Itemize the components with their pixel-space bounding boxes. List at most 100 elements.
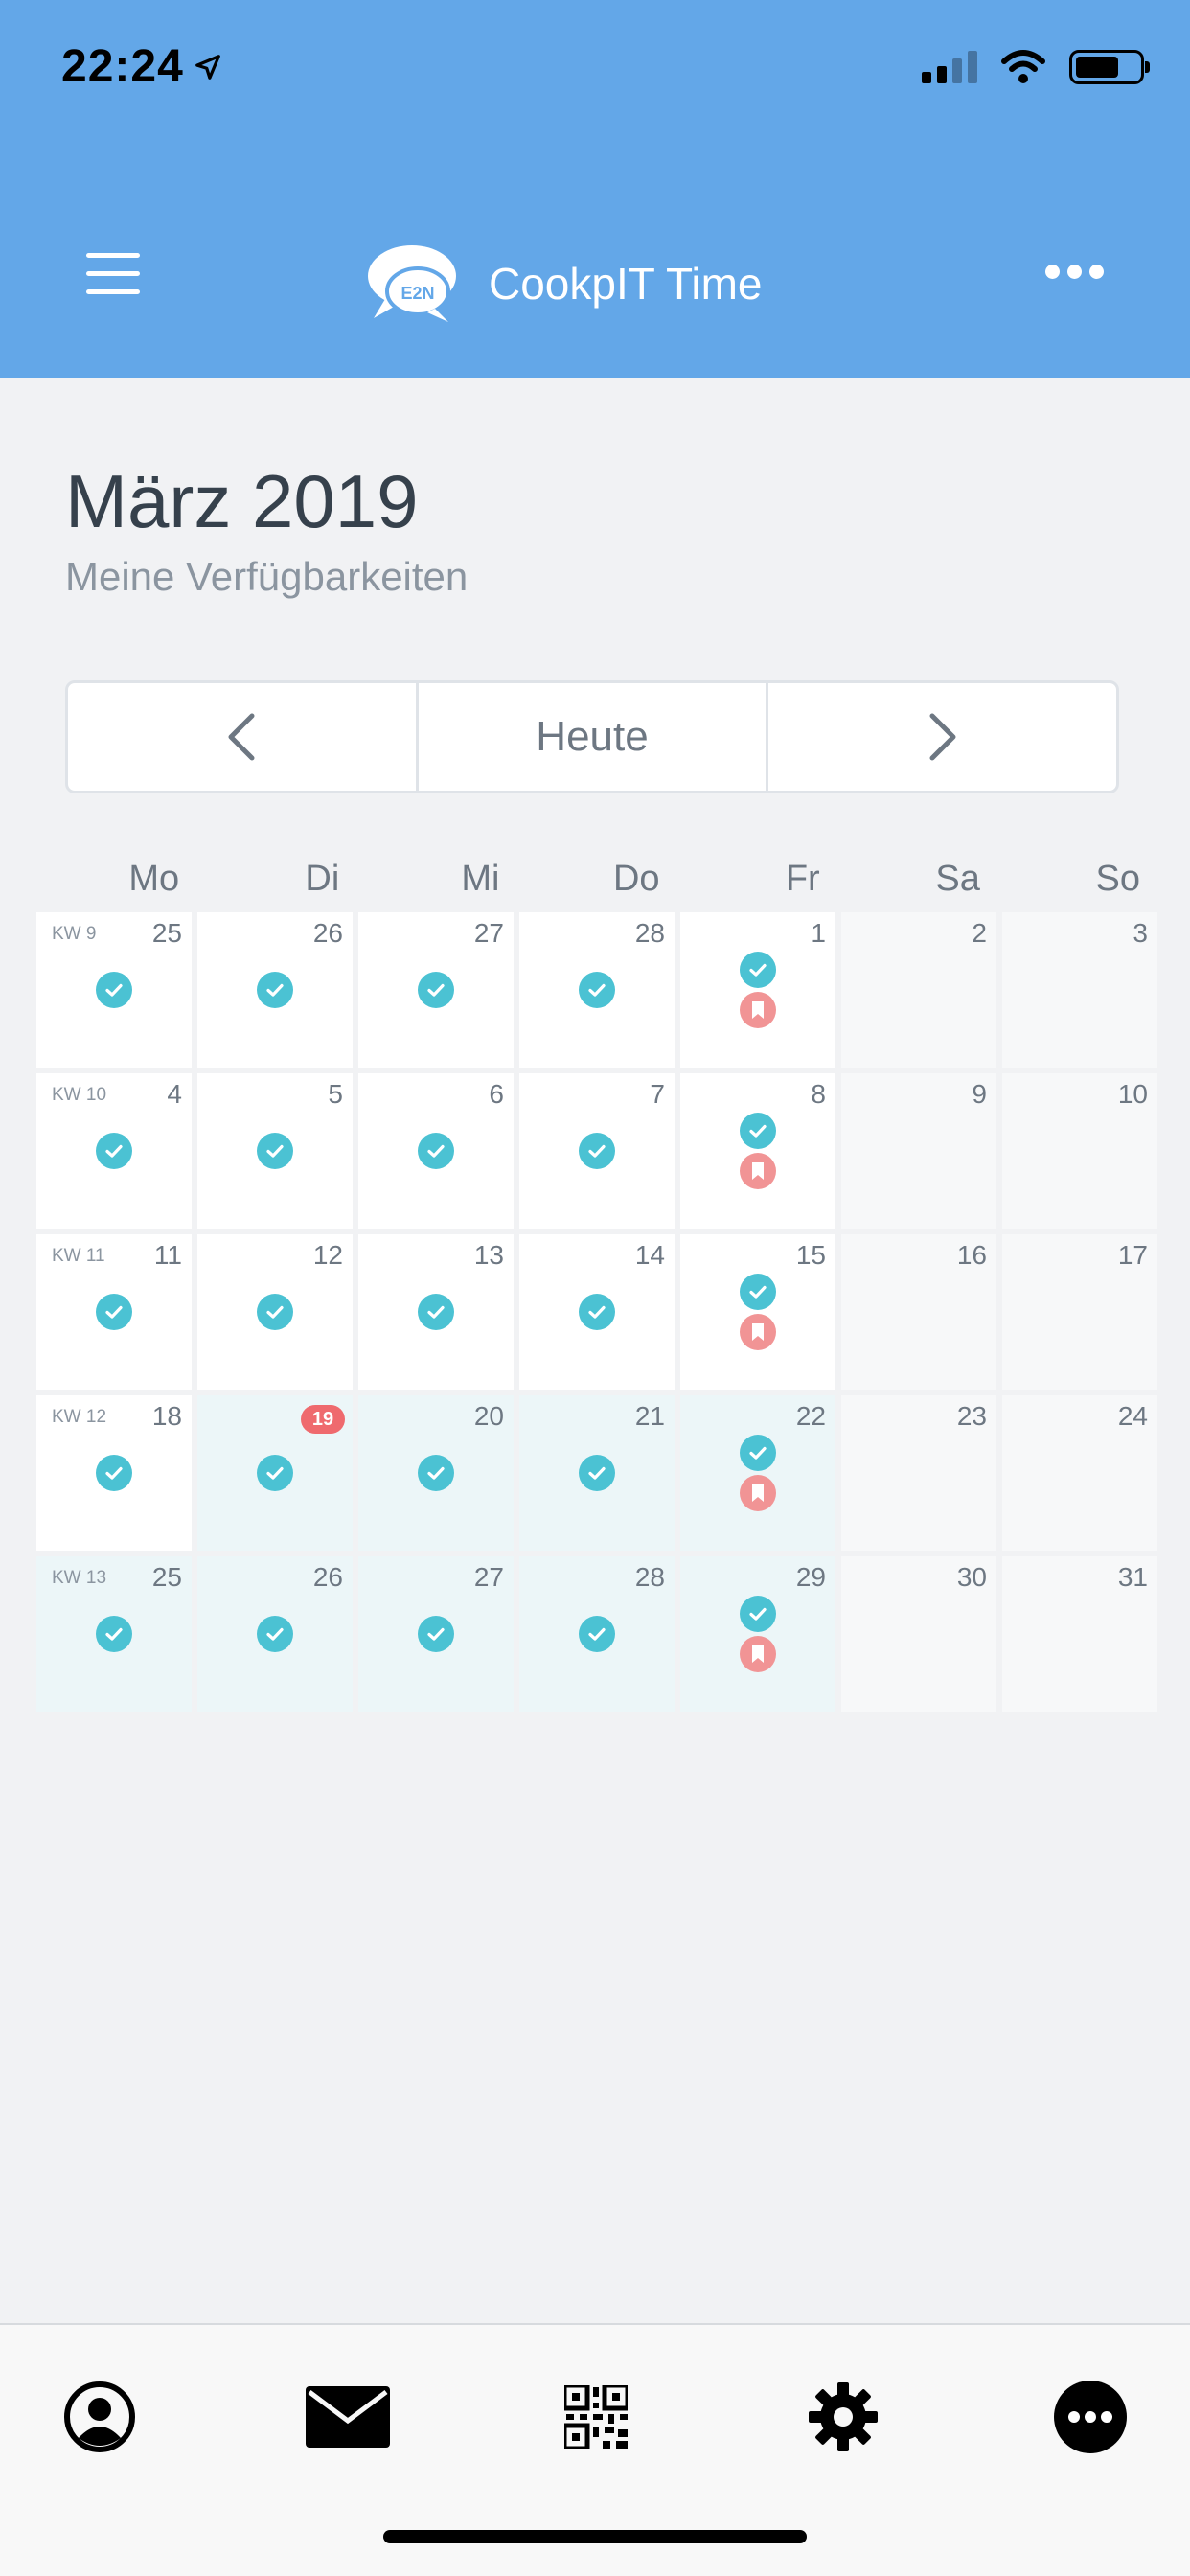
weekday-header: Mo Di Mi Do Fr Sa So (36, 859, 1157, 900)
home-indicator (383, 2530, 807, 2543)
calendar-day-cell[interactable]: 13 (358, 1234, 514, 1390)
calendar-day-cell[interactable]: 19 (197, 1395, 353, 1551)
e2n-logo-icon: E2N (368, 245, 456, 322)
available-check-icon (96, 1133, 132, 1169)
calendar-day-cell[interactable]: 28 (519, 1556, 675, 1712)
availability-markers (358, 1395, 514, 1551)
available-check-icon (740, 952, 776, 988)
more-icon (1054, 2380, 1127, 2453)
calendar-day-cell[interactable]: 31 (1002, 1556, 1157, 1712)
calendar-day-cell[interactable]: 27 (358, 1556, 514, 1712)
calendar-day-cell[interactable]: 15 (680, 1234, 835, 1390)
calendar-day-cell[interactable]: 2 (841, 912, 996, 1068)
availability-markers (519, 1073, 675, 1229)
available-check-icon (418, 1616, 454, 1652)
page-title: März 2019 (65, 459, 419, 543)
calendar-day-cell[interactable]: 29 (680, 1556, 835, 1712)
availability-markers (36, 1556, 192, 1712)
available-check-icon (418, 1455, 454, 1491)
available-check-icon (579, 972, 615, 1008)
availability-markers (680, 1395, 835, 1551)
availability-markers (36, 1073, 192, 1229)
available-check-icon (740, 1435, 776, 1471)
day-number: 2 (972, 918, 987, 948)
booked-bookmark-icon (740, 1475, 776, 1511)
qr-code-icon (564, 2385, 628, 2449)
page-subtitle: Meine Verfügbarkeiten (65, 554, 469, 599)
calendar-day-cell[interactable]: KW 13 25 (36, 1556, 192, 1712)
available-check-icon (257, 1133, 293, 1169)
calendar-day-cell[interactable]: KW 12 18 (36, 1395, 192, 1551)
calendar-day-cell[interactable]: KW 10 4 (36, 1073, 192, 1229)
weekday-label: Do (612, 859, 660, 899)
available-check-icon (257, 972, 293, 1008)
settings-tab[interactable] (805, 2379, 881, 2455)
messages-tab[interactable] (305, 2379, 391, 2455)
available-check-icon (579, 1616, 615, 1652)
calendar-day-cell[interactable]: 7 (519, 1073, 675, 1229)
calendar-day-cell[interactable]: 5 (197, 1073, 353, 1229)
availability-markers (358, 1073, 514, 1229)
calendar-day-cell[interactable]: 10 (1002, 1073, 1157, 1229)
available-check-icon (418, 1133, 454, 1169)
app-brand: E2N CookpIT Time (360, 242, 762, 326)
availability-markers (358, 1234, 514, 1390)
next-month-button[interactable] (766, 683, 1116, 791)
calendar-day-cell[interactable]: 21 (519, 1395, 675, 1551)
calendar-day-cell[interactable]: KW 11 11 (36, 1234, 192, 1390)
calendar-day-cell[interactable]: 9 (841, 1073, 996, 1229)
available-check-icon (740, 1596, 776, 1632)
calendar-day-cell[interactable]: 16 (841, 1234, 996, 1390)
calendar-day-cell[interactable]: 27 (358, 912, 514, 1068)
calendar-day-cell[interactable]: 26 (197, 1556, 353, 1712)
calendar-grid: KW 9 25 26 27 28 1 2 3 KW 10 4 5 6 7 8 9 10 KW 11 11 12 13 1… (36, 912, 1157, 1712)
calendar-day-cell[interactable]: 6 (358, 1073, 514, 1229)
qr-code-tab[interactable] (558, 2379, 634, 2455)
calendar-day-cell[interactable]: 24 (1002, 1395, 1157, 1551)
availability-markers (680, 1234, 835, 1390)
calendar-day-cell[interactable]: 12 (197, 1234, 353, 1390)
logo-text: E2N (400, 284, 434, 303)
day-number: 17 (1117, 1240, 1148, 1270)
more-options-button[interactable] (1045, 264, 1104, 279)
available-check-icon (740, 1113, 776, 1149)
calendar-day-cell[interactable]: KW 9 25 (36, 912, 192, 1068)
status-time: 22:24 (61, 40, 222, 93)
available-check-icon (418, 972, 454, 1008)
available-check-icon (96, 1455, 132, 1491)
signal-icon (922, 51, 977, 83)
availability-markers (519, 1395, 675, 1551)
profile-tab[interactable] (61, 2379, 138, 2455)
battery-icon (1069, 50, 1150, 84)
availability-markers (36, 912, 192, 1068)
availability-markers (197, 912, 353, 1068)
calendar-day-cell[interactable]: 3 (1002, 912, 1157, 1068)
calendar-day-cell[interactable]: 1 (680, 912, 835, 1068)
available-check-icon (257, 1616, 293, 1652)
calendar-day-cell[interactable]: 30 (841, 1556, 996, 1712)
day-number: 10 (1117, 1079, 1148, 1109)
day-number: 23 (956, 1401, 987, 1431)
availability-markers (197, 1556, 353, 1712)
calendar-day-cell[interactable]: 14 (519, 1234, 675, 1390)
calendar-day-cell[interactable]: 28 (519, 912, 675, 1068)
weekday-label: Di (305, 859, 340, 899)
calendar-day-cell[interactable]: 26 (197, 912, 353, 1068)
more-tab[interactable] (1052, 2379, 1129, 2455)
booked-bookmark-icon (740, 1314, 776, 1350)
available-check-icon (418, 1294, 454, 1330)
calendar-day-cell[interactable]: 23 (841, 1395, 996, 1551)
today-button[interactable]: Heute (415, 683, 767, 791)
today-button-label: Heute (536, 713, 649, 760)
calendar-day-cell[interactable]: 22 (680, 1395, 835, 1551)
availability-markers (358, 912, 514, 1068)
chevron-left-icon (228, 713, 255, 761)
menu-button[interactable] (86, 253, 140, 295)
app-title: CookpIT Time (489, 259, 763, 309)
calendar-day-cell[interactable]: 20 (358, 1395, 514, 1551)
calendar-day-cell[interactable]: 17 (1002, 1234, 1157, 1390)
calendar-day-cell[interactable]: 8 (680, 1073, 835, 1229)
day-number: 16 (956, 1240, 987, 1270)
app-header: 22:24 E2N CookpIT Time (0, 0, 1190, 378)
previous-month-button[interactable] (68, 683, 416, 791)
